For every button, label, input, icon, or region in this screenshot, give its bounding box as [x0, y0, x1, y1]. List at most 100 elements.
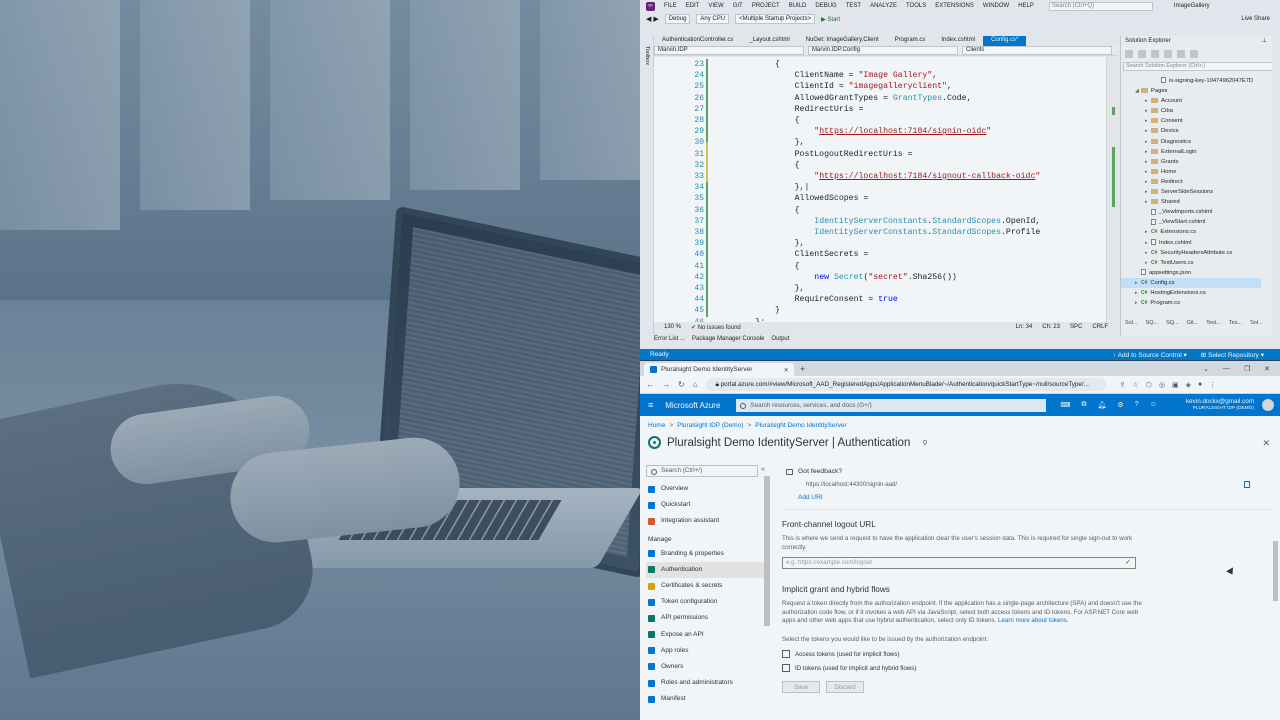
tree-item[interactable]: appsettings.json [1121, 268, 1261, 278]
tree-item[interactable]: ▸ C# Config.cs [1121, 277, 1261, 288]
profile-icon[interactable]: ● [1198, 381, 1202, 389]
code-line[interactable]: 28 { [654, 115, 1104, 126]
refresh-icon[interactable] [1151, 50, 1159, 58]
menu-dots-icon[interactable]: ⋮ [1209, 381, 1216, 389]
code-line[interactable]: 30 }, [654, 137, 1104, 148]
portal-menu-icon[interactable]: ≡ [648, 400, 653, 410]
home-icon[interactable] [1125, 50, 1133, 58]
tab-sql-1[interactable]: SQ... [1146, 320, 1159, 330]
share-icon[interactable]: ⇪ [1120, 381, 1126, 389]
code-line[interactable]: 37 IdentityServerConstants.StandardScope… [654, 216, 1104, 227]
tab-git[interactable]: Git... [1187, 320, 1199, 330]
code-line[interactable]: 31 PostLogoutRedirectUris = [654, 149, 1104, 160]
code-line[interactable]: 23 { [654, 59, 1104, 70]
code-line[interactable]: 34 },| [654, 182, 1104, 193]
toolbox-strip[interactable]: Toolbox [640, 36, 654, 336]
minimize-icon[interactable]: — [1223, 365, 1230, 373]
tab-solution[interactable]: Sol... [1125, 320, 1138, 330]
platform-dropdown[interactable]: Any CPU [696, 14, 730, 24]
tab-error-list[interactable]: Error List ... [654, 336, 685, 345]
nav-item-expose-an-api[interactable]: Expose an API [646, 627, 766, 643]
tree-item[interactable]: ▸ ServerSideSessions [1121, 187, 1261, 197]
code-line[interactable]: 44 RequireConsent = true [654, 294, 1104, 305]
close-window-icon[interactable]: ✕ [1264, 365, 1270, 373]
extension-icon[interactable]: ⬡ [1146, 381, 1152, 389]
tree-item[interactable]: ▸ Device [1121, 126, 1261, 136]
bookmark-star-icon[interactable]: ☆ [1132, 381, 1138, 389]
breadcrumb-app[interactable]: Pluralsight Demo IdentityServer [755, 422, 846, 429]
config-dropdown[interactable]: Debug [664, 14, 691, 24]
code-line[interactable]: 38 IdentityServerConstants.StandardScope… [654, 227, 1104, 238]
menu-view[interactable]: VIEW [708, 3, 723, 9]
code-line[interactable]: 24 ClientName = "Image Gallery", [654, 70, 1104, 81]
nav-scrollbar[interactable] [764, 476, 770, 626]
tab-layout[interactable]: _Layout.cshtml [741, 36, 797, 46]
code-line[interactable]: 42 new Secret("secret".Sha256()) [654, 272, 1104, 283]
extension-icon[interactable]: ◈ [1186, 381, 1191, 389]
menu-test[interactable]: TEST [846, 3, 861, 9]
code-line[interactable]: 40 ClientSecrets = [654, 249, 1104, 260]
redirect-uri-value[interactable]: https://localhost:44300/signin-aad/ [782, 479, 1272, 491]
nav-item-integration-assistant[interactable]: Integration assistant [646, 513, 766, 529]
tree-item[interactable]: ▸ Grants [1121, 157, 1261, 167]
tab-program[interactable]: Program.cs [887, 36, 934, 46]
code-editor[interactable]: 23 {24 ClientName = "Image Gallery", 25 C… [654, 57, 1118, 327]
learn-more-tokens-link[interactable]: Learn more about tokens. [998, 617, 1069, 624]
right-tool-strip[interactable] [1272, 36, 1280, 336]
tree-item[interactable]: ▸ Redirect [1121, 177, 1261, 187]
tree-item[interactable]: ▸ C# Extensions.cs [1121, 227, 1261, 237]
nav-item-manifest[interactable]: Manifest [646, 691, 766, 707]
tab-package-manager-console[interactable]: Package Manager Console [692, 336, 764, 345]
copy-icon[interactable] [1244, 481, 1250, 488]
start-button[interactable]: ▶ Start [821, 16, 840, 23]
code-line[interactable]: 27 RedirectUris = [654, 104, 1104, 115]
breadcrumb-home[interactable]: Home [648, 422, 665, 429]
tab-test-1[interactable]: Test... [1206, 320, 1221, 330]
tree-item[interactable]: ▸ C# HostingExtensions.cs [1121, 288, 1261, 298]
issues-indicator[interactable]: ✔ No issues found [691, 324, 741, 331]
tab-nuget[interactable]: NuGet: ImageGallery.Client [798, 36, 887, 46]
access-tokens-option[interactable]: Access tokens (used for implicit flows) [782, 647, 1272, 661]
member-nav-dropdown[interactable]: Clients [962, 46, 1112, 55]
tab-test-2[interactable]: Tes... [1229, 320, 1242, 330]
startup-projects-dropdown[interactable]: <Multiple Startup Projects> [735, 14, 816, 24]
type-nav-dropdown[interactable]: Marvin.IDP.Config [808, 46, 958, 55]
vs-search-box[interactable]: Search (Ctrl+Q) [1048, 1, 1153, 11]
tab-authentication-controller[interactable]: AuthenticationController.cs [654, 36, 741, 46]
tab-output[interactable]: Output [771, 336, 789, 345]
code-line[interactable]: 26 AllowedGrantTypes = GrantTypes.Code, [654, 93, 1104, 104]
pin-icon[interactable]: ⊥ [1262, 36, 1267, 46]
tab-sol-2[interactable]: Sol... [1250, 320, 1263, 330]
menu-tools[interactable]: TOOLS [906, 3, 926, 9]
code-line[interactable]: 29 "https://localhost:7184/signin-oidc" [654, 126, 1104, 137]
live-share-button[interactable]: Live Share [1241, 16, 1270, 22]
tree-item[interactable]: ▸ Consent [1121, 116, 1261, 126]
nav-item-quickstart[interactable]: Quickstart [646, 497, 766, 513]
back-icon[interactable]: ← [646, 380, 654, 389]
id-tokens-option[interactable]: ID tokens (used for implicit and hybrid … [782, 661, 1272, 675]
tab-config[interactable]: Config.cs* [983, 36, 1027, 46]
feedback-link[interactable]: Got feedback? [782, 465, 1272, 479]
sync-icon[interactable] [1138, 50, 1146, 58]
project-nav-dropdown[interactable]: Marvin.IDP [654, 46, 804, 55]
breadcrumb-tenant[interactable]: Pluralsight IDP (Demo) [677, 422, 743, 429]
menu-edit[interactable]: EDIT [686, 3, 700, 9]
code-line[interactable]: 25 ClientId = "imagegalleryclient", [654, 81, 1104, 92]
code-line[interactable]: 41 { [654, 261, 1104, 272]
code-line[interactable]: 36 { [654, 205, 1104, 216]
add-to-source-control-button[interactable]: ↑ Add to Source Control ▾ [1113, 351, 1187, 359]
collapse-nav-icon[interactable]: « [761, 466, 765, 473]
browser-tab[interactable]: Pluralsight Demo IdentityServer ✕ [644, 363, 794, 376]
url-input[interactable]: 🔒︎ portal.azure.com/#view/Microsoft_AAD_… [705, 378, 1106, 391]
tree-item[interactable]: ▸ C# TestUsers.cs [1121, 258, 1261, 268]
zoom-level[interactable]: 130 % [664, 324, 681, 330]
reload-icon[interactable]: ↻ [678, 380, 685, 389]
azure-brand[interactable]: Microsoft Azure [665, 401, 720, 410]
menu-git[interactable]: GIT [733, 3, 743, 9]
menu-help[interactable]: HELP [1018, 3, 1034, 9]
tree-item[interactable]: ▸ Shared [1121, 197, 1261, 207]
editor-scrollbar[interactable] [1106, 57, 1118, 322]
menu-extensions[interactable]: EXTENSIONS [935, 3, 974, 9]
nav-item-api-permissions[interactable]: API permissions [646, 610, 766, 626]
menu-build[interactable]: BUILD [789, 3, 807, 9]
